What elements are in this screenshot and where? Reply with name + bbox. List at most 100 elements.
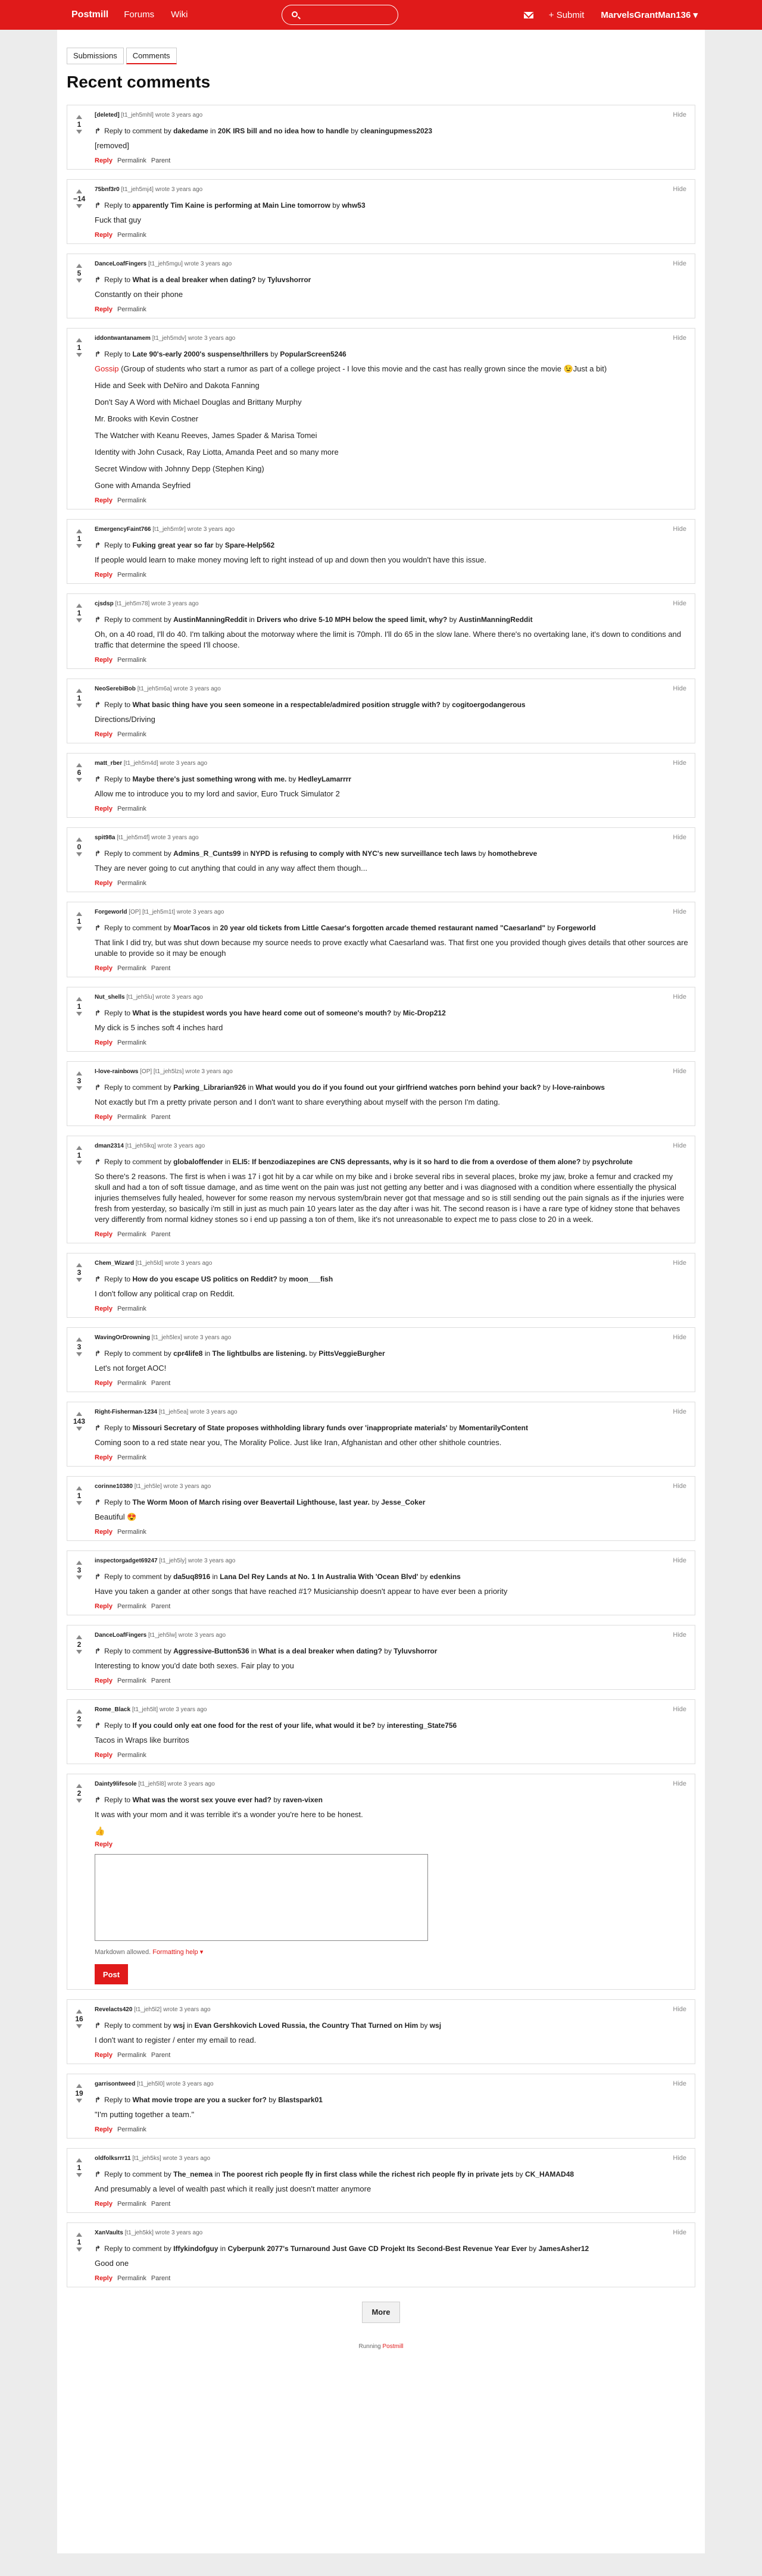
hide-button[interactable]: Hide [673, 1408, 686, 1415]
comment-author[interactable]: Rome_Black [95, 1706, 130, 1713]
user-menu[interactable]: MarvelsGrantMan136 ▾ [601, 10, 698, 20]
hide-button[interactable]: Hide [673, 1142, 686, 1149]
reply-link[interactable]: Reply [95, 1380, 113, 1387]
downvote-icon[interactable] [76, 1352, 82, 1356]
parent-link[interactable]: Parent [151, 1114, 170, 1121]
upvote-icon[interactable] [76, 1709, 82, 1714]
permalink-link[interactable]: Permalink [117, 497, 146, 504]
submit-link[interactable]: + Submit [549, 10, 585, 20]
reply-link[interactable]: Reply [95, 656, 113, 664]
submission-author-link[interactable]: raven-vixen [283, 1796, 323, 1804]
upvote-icon[interactable] [76, 2158, 82, 2162]
hide-button[interactable]: Hide [673, 1557, 686, 1564]
upvote-icon[interactable] [76, 529, 82, 533]
upvote-icon[interactable] [76, 1337, 82, 1342]
permalink-link[interactable]: Permalink [117, 1305, 146, 1312]
submission-author-link[interactable]: moon___fish [289, 1275, 333, 1283]
nav-forums-link[interactable]: Forums [115, 0, 163, 30]
parent-link[interactable]: Parent [151, 1677, 170, 1684]
reply-link[interactable]: Reply [95, 232, 113, 239]
submission-title-link[interactable]: What basic thing have you seen someone i… [132, 701, 440, 709]
upvote-icon[interactable] [76, 1146, 82, 1150]
reply-link[interactable]: Reply [95, 2200, 113, 2208]
submission-title-link[interactable]: 20 year old tickets from Little Caesar's… [220, 924, 545, 932]
submission-author-link[interactable]: interesting_State756 [387, 1721, 457, 1730]
comment-author[interactable]: inspectorgadget69247 [95, 1558, 158, 1564]
upvote-icon[interactable] [76, 2233, 82, 2237]
comment-author[interactable]: WavingOrDrowning [95, 1334, 150, 1341]
reply-textarea[interactable] [95, 1854, 428, 1941]
upvote-icon[interactable] [76, 912, 82, 916]
submission-title-link[interactable]: Cyberpunk 2077's Turnaround Just Gave CD… [227, 2244, 527, 2253]
hide-button[interactable]: Hide [673, 1334, 686, 1341]
reply-link[interactable]: Reply [95, 1114, 113, 1121]
reply-target-user[interactable]: cpr4life8 [173, 1349, 202, 1358]
reply-link[interactable]: Reply [95, 2052, 113, 2059]
downvote-icon[interactable] [76, 1012, 82, 1016]
downvote-icon[interactable] [76, 2024, 82, 2028]
downvote-icon[interactable] [76, 1427, 82, 1431]
permalink-link[interactable]: Permalink [117, 157, 146, 164]
submission-title-link[interactable]: How do you escape US politics on Reddit? [132, 1275, 277, 1283]
upvote-icon[interactable] [76, 1635, 82, 1639]
reply-link[interactable]: Reply [95, 157, 113, 164]
reply-link[interactable]: Reply [95, 497, 113, 504]
submission-author-link[interactable]: wsj [430, 2021, 441, 2030]
reply-target-user[interactable]: Iffykindofguy [173, 2244, 218, 2253]
hide-button[interactable]: Hide [673, 111, 686, 118]
permalink-link[interactable]: Permalink [117, 1454, 146, 1461]
permalink-link[interactable]: Permalink [117, 306, 146, 313]
hide-button[interactable]: Hide [673, 2229, 686, 2236]
permalink-link[interactable]: Permalink [117, 2126, 146, 2133]
downvote-icon[interactable] [76, 1086, 82, 1090]
submission-author-link[interactable]: PittsVeggieBurgher [318, 1349, 385, 1358]
permalink-link[interactable]: Permalink [117, 2052, 146, 2059]
comment-author[interactable]: Nut_shells [95, 994, 125, 1001]
upvote-icon[interactable] [76, 2084, 82, 2088]
submission-author-link[interactable]: homothebreve [488, 849, 538, 858]
hide-button[interactable]: Hide [673, 600, 686, 607]
reply-link[interactable]: Reply [95, 965, 113, 972]
downvote-icon[interactable] [76, 618, 82, 623]
submission-title-link[interactable]: Missouri Secretary of State proposes wit… [132, 1424, 447, 1432]
reply-target-user[interactable]: globaloffender [173, 1158, 223, 1166]
upvote-icon[interactable] [76, 1561, 82, 1565]
downvote-icon[interactable] [76, 1724, 82, 1728]
comment-author[interactable]: garrisontweed [95, 2081, 135, 2087]
comment-author[interactable]: Right-Fisherman-1234 [95, 1409, 157, 1415]
submission-author-link[interactable]: MomentarilyContent [459, 1424, 528, 1432]
reply-link[interactable]: Reply [95, 731, 113, 738]
hide-button[interactable]: Hide [673, 1706, 686, 1713]
upvote-icon[interactable] [76, 1486, 82, 1490]
upvote-icon[interactable] [76, 997, 82, 1001]
permalink-link[interactable]: Permalink [117, 1039, 146, 1046]
hide-button[interactable]: Hide [673, 993, 686, 1001]
submission-author-link[interactable]: Spare-Help562 [225, 541, 274, 549]
hide-button[interactable]: Hide [673, 1483, 686, 1490]
downvote-icon[interactable] [76, 1575, 82, 1580]
comment-author[interactable]: oldfolksrrr11 [95, 2155, 131, 2162]
upvote-icon[interactable] [76, 1071, 82, 1076]
comment-author[interactable]: EmergencyFaint766 [95, 526, 151, 533]
tab-submissions[interactable]: Submissions [67, 48, 124, 64]
submission-title-link[interactable]: What would you do if you found out your … [255, 1083, 541, 1092]
downvote-icon[interactable] [76, 130, 82, 134]
permalink-link[interactable]: Permalink [117, 571, 146, 579]
submission-title-link[interactable]: Drivers who drive 5-10 MPH below the spe… [257, 615, 447, 624]
downvote-icon[interactable] [76, 1161, 82, 1165]
upvote-icon[interactable] [76, 1263, 82, 1267]
reply-link[interactable]: Reply [95, 805, 113, 812]
comment-author[interactable]: cjsdsp [95, 601, 114, 607]
reply-link[interactable]: Reply [95, 1039, 113, 1046]
reply-target-user[interactable]: The_nemea [173, 2170, 213, 2178]
downvote-icon[interactable] [76, 544, 82, 548]
parent-link[interactable]: Parent [151, 2200, 170, 2208]
hide-button[interactable]: Hide [673, 834, 686, 841]
upvote-icon[interactable] [76, 2009, 82, 2014]
downvote-icon[interactable] [76, 778, 82, 782]
submission-title-link[interactable]: NYPD is refusing to comply with NYC's ne… [251, 849, 477, 858]
hide-button[interactable]: Hide [673, 260, 686, 267]
downvote-icon[interactable] [76, 1799, 82, 1803]
submission-title-link[interactable]: What movie trope are you a sucker for? [132, 2096, 266, 2104]
submission-author-link[interactable]: JamesAsher12 [538, 2244, 589, 2253]
